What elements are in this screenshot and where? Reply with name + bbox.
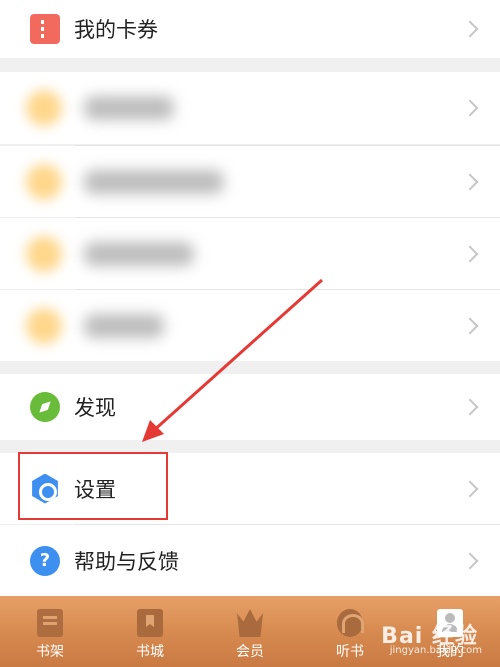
- chevron-right-icon: [461, 480, 479, 497]
- blurred-label: [84, 241, 194, 266]
- headphone-icon: [337, 609, 364, 637]
- menu-item-coupons[interactable]: 我的卡券: [0, 0, 500, 58]
- blurred-icon: [26, 90, 62, 126]
- coupon-icon: [30, 14, 60, 44]
- chevron-right-icon: [461, 173, 479, 190]
- blurred-label: [84, 313, 164, 338]
- coupons-label: 我的卡券: [74, 18, 158, 42]
- bookstore-icon: [137, 609, 163, 637]
- tab-membership[interactable]: 会员: [200, 596, 300, 667]
- blurred-icon: [26, 163, 62, 200]
- chevron-right-icon: [461, 245, 479, 262]
- crown-icon: [237, 609, 263, 637]
- menu-item-discover[interactable]: 发现: [0, 374, 500, 440]
- blurred-menu-item[interactable]: [0, 218, 500, 289]
- blurred-icon: [26, 235, 62, 272]
- menu-item-help[interactable]: ? 帮助与反馈: [0, 525, 500, 596]
- watermark-url: jingyan.baidu.com: [389, 645, 482, 656]
- chevron-right-icon: [461, 552, 479, 569]
- blurred-label: [84, 96, 174, 120]
- tab-label: 听书: [336, 644, 364, 660]
- blurred-menu-item[interactable]: [0, 290, 500, 361]
- tab-bookstore[interactable]: 书城: [100, 596, 200, 667]
- tab-label: 书架: [36, 644, 64, 660]
- discover-label: 发现: [74, 396, 116, 420]
- blurred-menu-item[interactable]: [0, 146, 500, 217]
- chevron-right-icon: [461, 20, 479, 38]
- help-label: 帮助与反馈: [74, 549, 179, 574]
- tab-label: 会员: [236, 644, 264, 660]
- compass-icon: [30, 392, 60, 422]
- blurred-icon: [26, 307, 62, 344]
- blurred-menu-item[interactable]: [0, 72, 500, 144]
- chevron-right-icon: [461, 398, 479, 416]
- bookshelf-icon: [37, 609, 63, 637]
- tab-bookshelf[interactable]: 书架: [0, 596, 100, 667]
- blurred-label: [84, 169, 224, 194]
- annotation-highlight-box: [18, 452, 168, 520]
- chevron-right-icon: [461, 99, 479, 117]
- help-icon: ?: [30, 545, 60, 576]
- tab-label: 书城: [136, 644, 164, 660]
- chevron-right-icon: [461, 317, 479, 334]
